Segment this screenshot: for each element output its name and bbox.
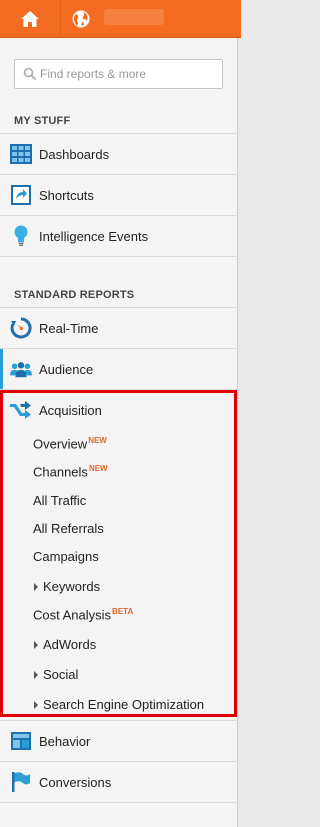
section-header-standard-reports: STANDARD REPORTS — [14, 289, 135, 301]
search-icon — [23, 67, 37, 81]
top-bar — [0, 0, 241, 38]
dashboards-icon — [10, 143, 32, 165]
nav-item-behavior[interactable]: Behavior — [0, 720, 238, 761]
nav-item-label: Audience — [39, 361, 94, 377]
divider — [0, 802, 238, 803]
nav-item-label: Dashboards — [39, 146, 110, 162]
home-icon — [21, 11, 39, 27]
panel-edge — [238, 38, 241, 827]
conversions-flag-icon — [10, 771, 32, 793]
acquisition-highlight-box — [0, 390, 237, 717]
nav-item-audience[interactable]: Audience — [0, 348, 238, 389]
nav-item-label: Shortcuts — [39, 187, 94, 203]
nav-item-dashboards[interactable]: Dashboards — [0, 133, 238, 174]
nav-item-intelligence-events[interactable]: Intelligence Events — [0, 215, 238, 256]
nav-item-shortcuts[interactable]: Shortcuts — [0, 174, 238, 215]
lightbulb-icon — [10, 225, 32, 247]
search-input[interactable] — [40, 67, 220, 81]
shortcuts-icon — [10, 184, 32, 206]
nav-item-label: Real-Time — [39, 320, 99, 336]
search-box[interactable] — [14, 59, 223, 89]
behavior-icon — [10, 730, 32, 752]
audience-icon — [10, 358, 32, 380]
nav-item-conversions[interactable]: Conversions — [0, 761, 238, 802]
home-button[interactable] — [10, 0, 50, 38]
account-name-redacted — [104, 9, 164, 25]
nav-item-label: Intelligence Events — [39, 228, 149, 244]
nav-item-real-time[interactable]: Real-Time — [0, 307, 238, 348]
nav-item-label: Conversions — [39, 774, 112, 790]
globe-button[interactable] — [60, 0, 100, 38]
section-header-my-stuff: MY STUFF — [14, 115, 71, 127]
divider — [0, 256, 238, 257]
globe-icon — [72, 10, 89, 28]
realtime-icon — [10, 317, 32, 339]
nav-item-label: Behavior — [39, 733, 91, 749]
